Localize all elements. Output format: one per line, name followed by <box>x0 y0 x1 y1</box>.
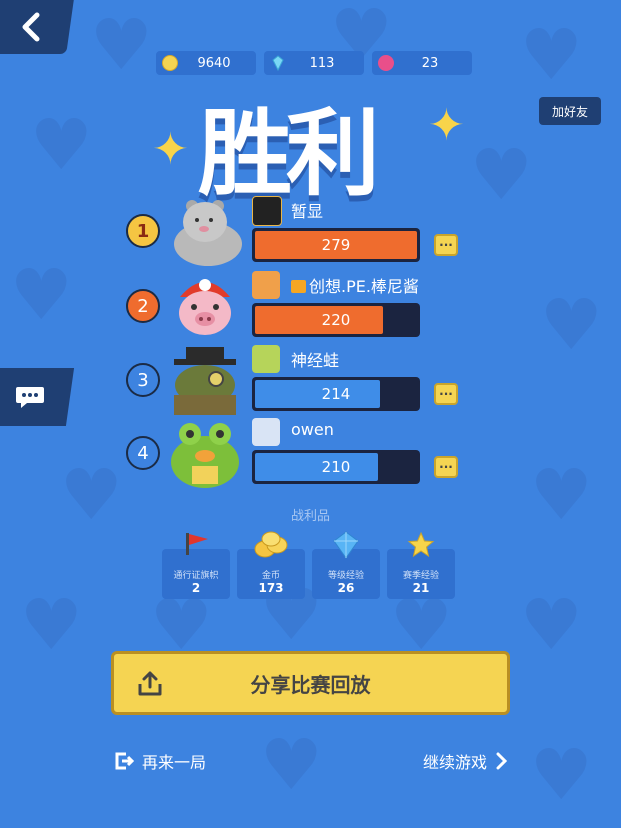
loot-item: 等级经验 26 <box>312 531 380 599</box>
ranking-row: 2 创想.PE.棒尼酱 220 <box>126 271 466 341</box>
loot-title: 战利品 <box>290 509 330 524</box>
player-name: owen <box>291 420 334 439</box>
gem-counter: 113 <box>264 51 364 75</box>
frog-detective-avatar <box>174 347 236 415</box>
chevron-right-icon <box>496 752 508 770</box>
chat-bubble-icon <box>15 387 44 408</box>
more-options-button[interactable]: ··· <box>434 234 458 256</box>
player-name: 创想.PE.棒尼酱 <box>291 273 419 297</box>
ranking-row: 4 owen 210 ··· <box>126 418 466 488</box>
loot-value: 173 <box>258 581 284 595</box>
loot-row: 通行证旗帜 2 金币 173 等级经验 26 赛季经验 21 <box>162 531 455 599</box>
victory-title: 胜利 <box>198 100 380 209</box>
chat-button[interactable] <box>0 368 75 426</box>
guild-badge-icon <box>291 280 306 293</box>
share-label: 分享比赛回放 <box>250 672 371 697</box>
sparkle-icon: ✦ <box>428 100 465 151</box>
loot-item: 通行证旗帜 2 <box>162 533 230 599</box>
score-value: 279 <box>321 236 351 254</box>
player-avatar-icon <box>252 271 280 299</box>
play-again-label: 再来一局 <box>142 753 207 772</box>
score-bar: 220 <box>252 303 420 337</box>
loot-item: 金币 173 <box>237 531 305 599</box>
sparkle-icon: ✦ <box>152 124 189 175</box>
player-name-text: 创想.PE.棒尼酱 <box>309 277 419 296</box>
diamond-icon <box>272 55 284 71</box>
lotus-icon <box>378 55 394 71</box>
player-avatar-icon <box>252 196 282 226</box>
score-bar: 214 <box>252 377 420 411</box>
chevron-left-icon <box>22 12 40 42</box>
score-bar: 210 <box>252 450 420 484</box>
ticket-counter: 23 <box>372 51 472 75</box>
rank-medal-badge: 1 <box>126 214 160 248</box>
player-name: 神经蛙 <box>291 351 340 370</box>
star-icon <box>407 531 435 558</box>
continue-button[interactable]: 继续游戏 <box>423 749 508 773</box>
more-options-button[interactable]: ··· <box>434 456 458 478</box>
score-bar: 279 <box>252 228 420 262</box>
score-value: 214 <box>321 385 351 403</box>
flag-icon <box>186 533 208 555</box>
player-avatar-icon <box>252 345 280 373</box>
back-button[interactable] <box>0 0 74 54</box>
exit-icon <box>115 752 134 770</box>
currency-bar: 9640 113 23 <box>156 51 472 75</box>
share-icon <box>138 671 162 696</box>
bear-avatar <box>174 200 242 266</box>
more-options-button[interactable]: ··· <box>434 383 458 405</box>
coins-icon <box>254 531 288 558</box>
coin-icon <box>162 55 178 71</box>
ranking-row: 1 暂显 279 ··· <box>126 196 466 266</box>
share-replay-button[interactable]: 分享比赛回放 <box>111 651 510 715</box>
green-frog-avatar <box>171 423 239 488</box>
crystal-icon <box>333 531 359 559</box>
rank-badge: 3 <box>126 363 160 397</box>
add-friend-button[interactable]: 加好友 <box>539 97 601 125</box>
rank-badge: 4 <box>126 436 160 470</box>
coin-counter: 9640 <box>156 51 256 75</box>
ranking-row: 3 神经蛙 214 ··· <box>126 345 466 415</box>
play-again-button[interactable]: 再来一局 <box>114 749 206 773</box>
loot-item: 赛季经验 21 <box>387 531 455 599</box>
player-name: 暂显 <box>291 202 324 221</box>
score-value: 210 <box>321 458 351 476</box>
loot-value: 2 <box>191 581 201 595</box>
pig-mario-avatar <box>179 279 231 335</box>
player-avatar-icon <box>252 418 280 446</box>
loot-value: 21 <box>412 581 430 595</box>
score-value: 220 <box>321 311 351 329</box>
loot-label: 金币 <box>261 571 280 581</box>
loot-value: 26 <box>337 581 355 595</box>
rank-badge: 2 <box>126 289 160 323</box>
loot-label: 赛季经验 <box>402 571 439 581</box>
loot-label: 等级经验 <box>327 571 364 581</box>
continue-label: 继续游戏 <box>423 753 488 772</box>
loot-label: 通行证旗帜 <box>173 571 219 581</box>
